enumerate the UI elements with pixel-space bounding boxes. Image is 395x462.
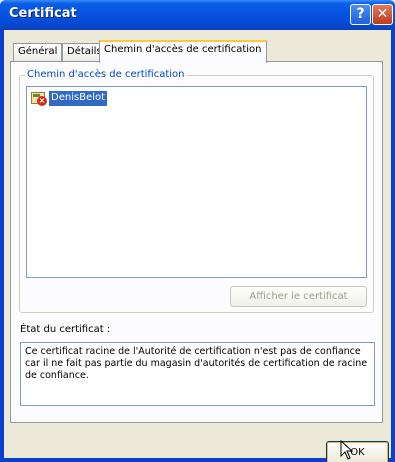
certification-path-group: Chemin d'accès de certification × DenisB… — [19, 69, 374, 313]
error-x-icon: × — [37, 96, 47, 106]
help-button[interactable]: ? — [350, 4, 371, 25]
close-button[interactable]: ✕ — [372, 4, 393, 25]
title-bar[interactable]: Certificat ? ✕ — [0, 0, 395, 30]
dialog-body: Général Détails Chemin d'accès de certif… — [4, 30, 391, 462]
certificate-status-label: État du certificat : — [20, 324, 111, 335]
tab-certification-path[interactable]: Chemin d'accès de certification — [99, 40, 267, 63]
certificate-dialog: Certificat ? ✕ Général Détails Chemin d'… — [0, 0, 395, 462]
certificate-status-text[interactable]: Ce certificat racine de l'Autorité de ce… — [20, 342, 375, 406]
window-title: Certificat — [9, 6, 77, 21]
mouse-cursor-icon — [340, 440, 354, 460]
ok-button[interactable]: OK — [326, 441, 389, 462]
tab-panel: Chemin d'accès de certification × DenisB… — [10, 61, 383, 423]
certification-path-tree[interactable]: × DenisBelot — [26, 86, 367, 278]
tree-item-label: DenisBelot — [49, 91, 108, 106]
tab-general[interactable]: Général — [13, 43, 63, 62]
view-certificate-button[interactable]: Afficher le certificat — [230, 286, 367, 307]
group-legend: Chemin d'accès de certification — [25, 69, 187, 80]
